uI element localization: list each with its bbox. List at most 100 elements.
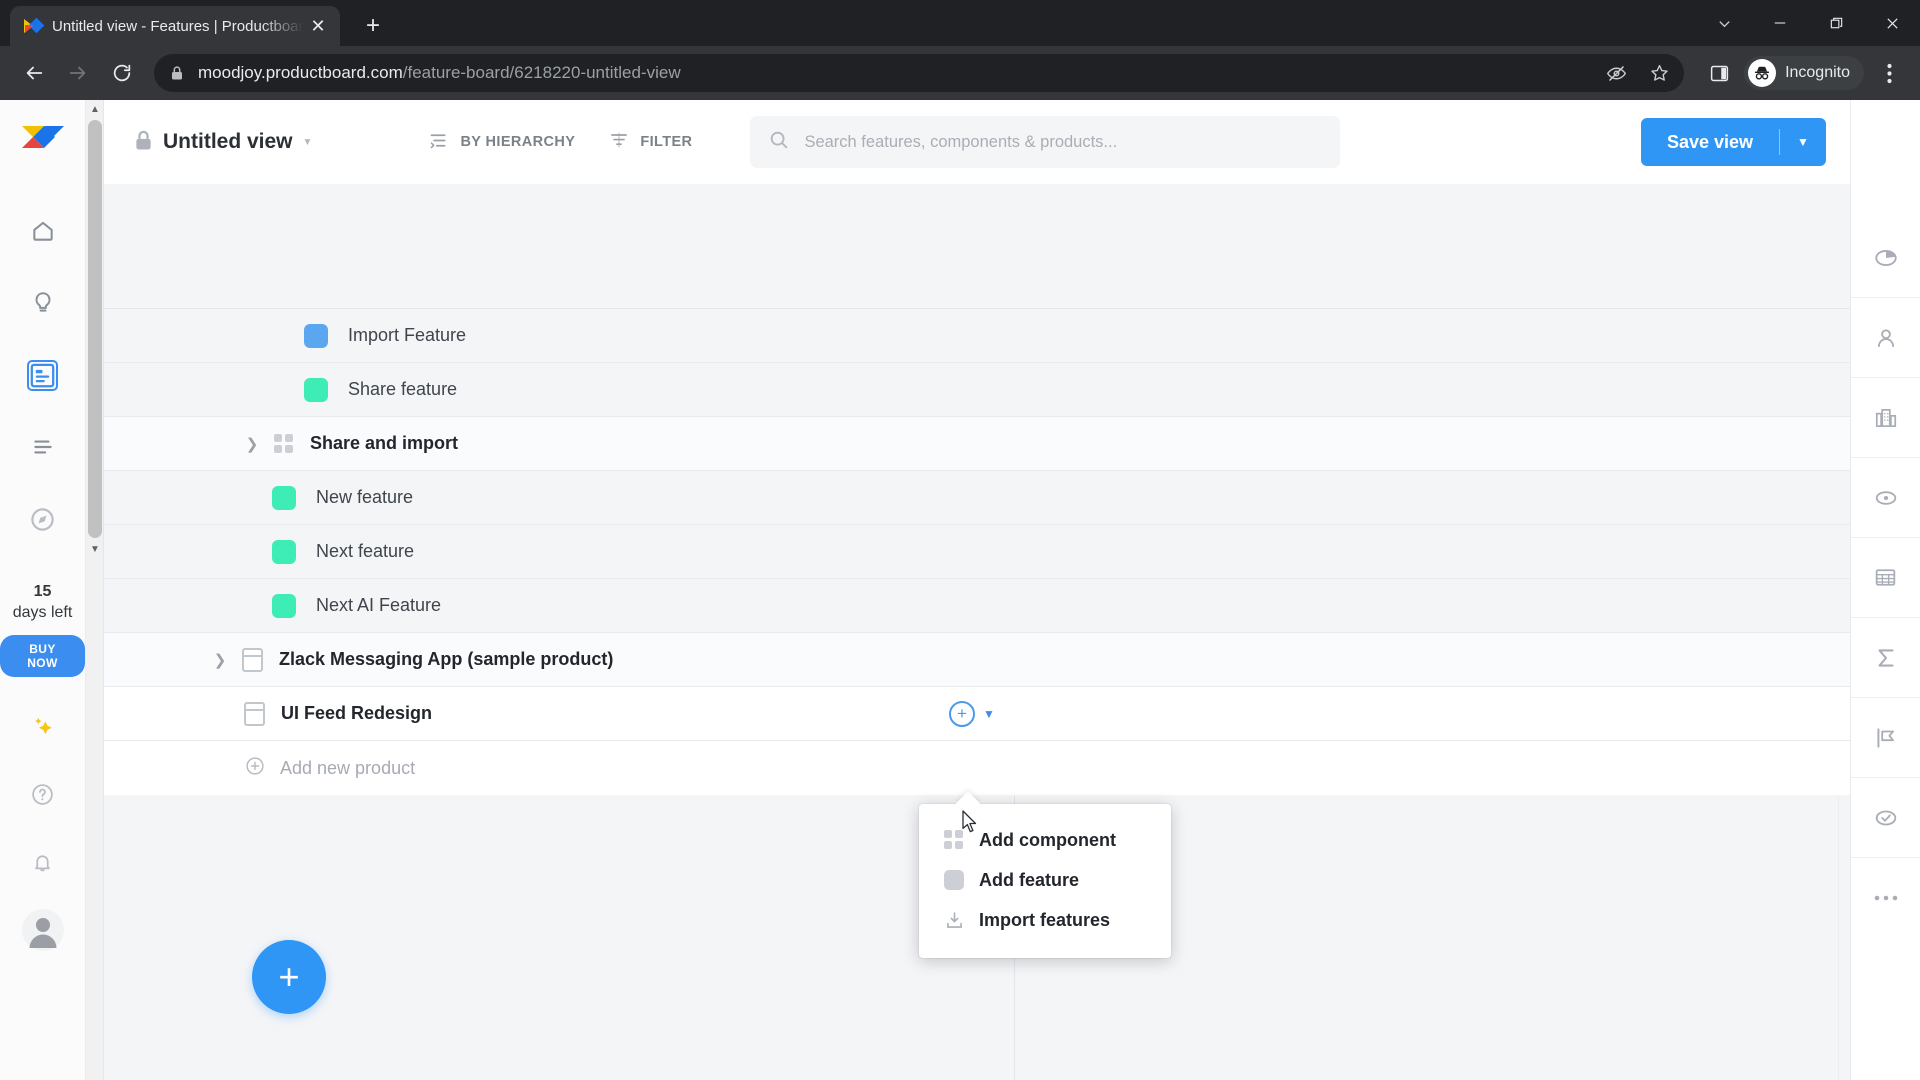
productboard-logo[interactable] bbox=[20, 122, 66, 162]
sidebar-item-notifications[interactable] bbox=[20, 839, 66, 885]
menu-item-label: Add component bbox=[979, 829, 1116, 850]
sigma-icon[interactable] bbox=[1850, 618, 1920, 698]
sidebar-scrollbar[interactable]: ▲ ▼ bbox=[86, 100, 104, 1080]
side-panel-icon[interactable] bbox=[1700, 54, 1738, 92]
scroll-down-icon[interactable]: ▼ bbox=[86, 540, 104, 558]
sidebar-item-features[interactable] bbox=[20, 352, 66, 398]
toolbar-right: Incognito bbox=[1694, 54, 1908, 92]
feature-color-swatch bbox=[304, 323, 328, 348]
buy-now-button[interactable]: BUY NOW bbox=[0, 635, 85, 677]
search-box[interactable] bbox=[750, 116, 1341, 168]
profile-pill[interactable]: Incognito bbox=[1744, 56, 1864, 90]
list-item: Zlack Messaging App (sample product) bbox=[279, 649, 614, 669]
sidebar-item-home[interactable] bbox=[20, 208, 66, 254]
sidebar-item-ai[interactable] bbox=[20, 703, 66, 749]
table-row[interactable]: New feature bbox=[104, 471, 1850, 525]
chevron-right-icon[interactable]: ❯ bbox=[212, 651, 228, 669]
menu-item-add-component[interactable]: Add component bbox=[919, 820, 1171, 860]
lightbulb-icon bbox=[20, 280, 66, 326]
productboard-app: 15 days left BUY NOW ▲ ▼ Untitled view ▼… bbox=[0, 100, 1920, 1080]
flag-icon[interactable] bbox=[1850, 698, 1920, 778]
save-view-caret-icon[interactable]: ▼ bbox=[1780, 135, 1826, 149]
plus-circle-icon bbox=[244, 755, 266, 782]
plus-circle-icon[interactable]: + bbox=[949, 700, 975, 727]
building-icon[interactable] bbox=[1850, 378, 1920, 458]
address-bar[interactable]: moodjoy.productboard.com/feature-board/6… bbox=[154, 54, 1685, 92]
menu-item-import-features[interactable]: Import features bbox=[919, 900, 1171, 940]
menu-item-add-feature[interactable]: Add feature bbox=[919, 860, 1171, 900]
main-content: Untitled view ▼ BY HIERARCHY FILTER Sear… bbox=[104, 100, 1850, 1080]
table-row-product[interactable]: ❯ Zlack Messaging App (sample product) bbox=[104, 633, 1850, 687]
save-view-button[interactable]: Save view ▼ bbox=[1640, 118, 1826, 166]
scroll-up-icon[interactable]: ▲ bbox=[86, 100, 104, 118]
scrollbar-thumb[interactable] bbox=[88, 120, 102, 538]
sidebar-item-portal[interactable] bbox=[20, 496, 66, 542]
minimize-icon[interactable] bbox=[1752, 0, 1808, 46]
person-icon[interactable] bbox=[1850, 298, 1920, 378]
feature-board: Import Feature Share feature ❯ Share and… bbox=[104, 184, 1850, 1080]
by-hierarchy-button[interactable]: BY HIERARCHY bbox=[428, 130, 575, 155]
bell-icon bbox=[20, 839, 66, 885]
close-window-icon[interactable] bbox=[1864, 0, 1920, 46]
roadmap-lines-icon bbox=[20, 424, 66, 470]
list-item: New feature bbox=[316, 487, 414, 507]
new-tab-button[interactable]: + bbox=[358, 12, 388, 40]
pie-chart-icon[interactable] bbox=[1850, 218, 1920, 298]
menu-item-label: Import features bbox=[979, 909, 1111, 930]
compass-icon bbox=[20, 496, 66, 542]
add-new-product-row[interactable]: Add new product bbox=[104, 741, 1850, 795]
three-dot-menu-icon[interactable] bbox=[1870, 54, 1908, 92]
ellipsis-icon[interactable] bbox=[1851, 858, 1920, 938]
view-name-group[interactable]: Untitled view ▼ bbox=[134, 129, 312, 156]
incognito-hat-icon bbox=[1748, 59, 1777, 87]
close-icon[interactable]: ✕ bbox=[306, 17, 330, 35]
sidebar-item-insights[interactable] bbox=[20, 280, 66, 326]
tab-search-icon[interactable] bbox=[1696, 0, 1752, 46]
filter-icon bbox=[609, 130, 629, 154]
maximize-icon[interactable] bbox=[1808, 0, 1864, 46]
list-item: Import Feature bbox=[348, 325, 467, 345]
table-row[interactable]: Next feature bbox=[104, 525, 1850, 579]
browser-tab[interactable]: Untitled view - Features | Productboard … bbox=[10, 6, 340, 46]
sparkle-icon bbox=[20, 703, 66, 749]
url-text: moodjoy.productboard.com/feature-board/6… bbox=[198, 63, 681, 83]
tracking-protection-icon[interactable] bbox=[1606, 63, 1627, 84]
forward-icon[interactable] bbox=[56, 51, 100, 95]
browser-toolbar: moodjoy.productboard.com/feature-board/6… bbox=[0, 46, 1920, 100]
sidebar-item-account[interactable] bbox=[20, 907, 66, 953]
url-path: /feature-board/6218220-untitled-view bbox=[402, 63, 681, 82]
add-floating-button[interactable]: + bbox=[252, 940, 326, 1014]
sidebar-item-roadmaps[interactable] bbox=[20, 424, 66, 470]
search-input[interactable] bbox=[804, 132, 1323, 152]
list-item: Share feature bbox=[348, 379, 458, 399]
add-new-product-label: Add new product bbox=[280, 757, 416, 778]
chevron-right-icon[interactable]: ❯ bbox=[244, 435, 260, 453]
bookmark-star-icon[interactable] bbox=[1649, 63, 1670, 84]
page-title: Untitled view bbox=[163, 130, 293, 153]
chevron-down-icon[interactable]: ▼ bbox=[983, 707, 995, 721]
right-sidebar bbox=[1850, 100, 1920, 1080]
back-icon[interactable] bbox=[12, 51, 56, 95]
productboard-logo-icon bbox=[24, 17, 45, 35]
search-icon bbox=[768, 129, 790, 156]
chevron-down-icon[interactable]: ▼ bbox=[303, 137, 313, 148]
table-row-product[interactable]: UI Feed Redesign + ▼ bbox=[104, 687, 1850, 741]
table-row[interactable]: Next AI Feature bbox=[104, 579, 1850, 633]
plus-icon: + bbox=[278, 956, 300, 997]
table-row-component[interactable]: ❯ Share and import bbox=[104, 417, 1850, 471]
table-grid-icon[interactable] bbox=[1850, 538, 1920, 618]
add-new-product-button[interactable]: Add new product bbox=[244, 755, 415, 782]
hierarchy-icon bbox=[428, 130, 449, 155]
table-row[interactable]: Share feature bbox=[104, 363, 1850, 417]
import-download-icon bbox=[943, 909, 965, 931]
trial-status: 15 days left bbox=[13, 582, 73, 623]
reload-icon[interactable] bbox=[100, 51, 144, 95]
question-circle-icon bbox=[20, 771, 66, 817]
filter-button[interactable]: FILTER bbox=[609, 130, 692, 154]
table-row[interactable]: Import Feature bbox=[104, 309, 1850, 363]
target-icon[interactable] bbox=[1850, 458, 1920, 538]
lock-icon bbox=[170, 65, 184, 81]
sidebar-item-help[interactable] bbox=[20, 771, 66, 817]
check-circle-icon[interactable] bbox=[1850, 778, 1920, 858]
feature-square-icon bbox=[943, 869, 965, 891]
